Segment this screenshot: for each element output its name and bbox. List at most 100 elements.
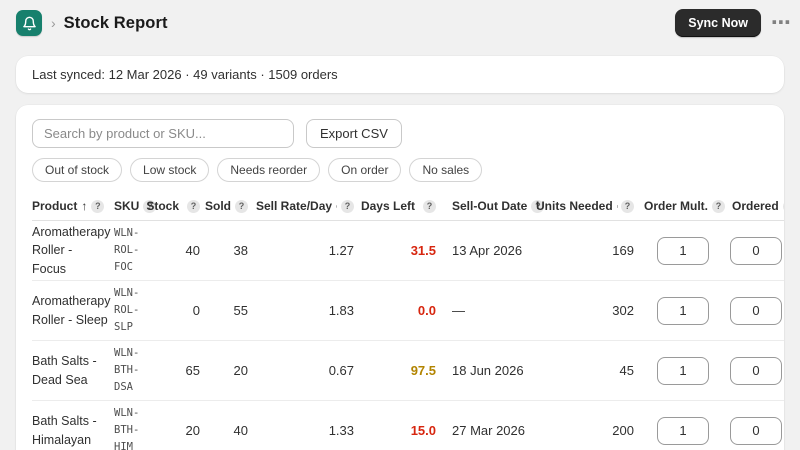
overflow-menu-icon[interactable]: ⋯: [771, 13, 792, 33]
ordered-input[interactable]: [730, 236, 782, 265]
days-left-value: 0.0: [362, 303, 444, 318]
column-header[interactable]: Sell Rate/Day ?: [256, 195, 362, 217]
last-synced-text: Last synced: 12 Mar 2026 · 49 variants ·…: [32, 67, 338, 82]
column-header[interactable]: Stock ?: [146, 195, 208, 217]
export-csv-button[interactable]: Export CSV: [306, 119, 402, 148]
stock-table: Product ↑ ? SKU ? Stock ? Sold ? Sell Ra…: [32, 192, 784, 450]
search-input[interactable]: [32, 119, 294, 148]
table-header-row: Product ↑ ? SKU ? Stock ? Sold ? Sell Ra…: [32, 192, 784, 221]
table-toolbar: Export CSV: [32, 119, 784, 148]
column-header[interactable]: Units Needed ?: [536, 195, 642, 217]
table-row: Bath Salts - Dead Sea WLN-BTH-DSA 65 20 …: [32, 341, 784, 401]
units-needed-value: 45: [619, 363, 634, 378]
ordered-input[interactable]: [730, 416, 782, 445]
order-mult-input[interactable]: [657, 416, 709, 445]
help-icon[interactable]: ?: [782, 199, 784, 213]
days-left-value: 15.0: [362, 423, 444, 438]
ordered-cell: [724, 236, 784, 265]
sku-value: WLN-BTH-DSA: [114, 346, 140, 394]
filter-chip[interactable]: Out of stock: [32, 158, 123, 182]
days-left-value: 97.5: [362, 363, 444, 378]
order-mult-cell: [642, 356, 724, 385]
sold-value: 38: [233, 243, 248, 258]
units-needed-value: 302: [612, 303, 634, 318]
ordered-input[interactable]: [730, 296, 782, 325]
help-icon[interactable]: ?: [187, 199, 200, 213]
column-header[interactable]: Sell-Out Date ?: [444, 195, 545, 217]
days-left-number: 15.0: [410, 423, 436, 438]
top-bar: › Stock Report Sync Now ⋯: [0, 0, 800, 46]
column-header[interactable]: Days Left ?: [360, 195, 444, 217]
filter-chip[interactable]: Low stock: [130, 158, 210, 182]
help-icon[interactable]: ?: [235, 199, 248, 213]
sell-out-date: 27 Mar 2026: [452, 423, 525, 438]
filter-chips: Out of stock Low stock Needs reorder On …: [32, 158, 784, 182]
product-name: Aromatherapy Roller - Sleep: [32, 294, 111, 327]
column-header-label: Sell-Out Date: [452, 199, 528, 213]
days-left-number: 97.5: [410, 363, 436, 378]
filter-chip[interactable]: Needs reorder: [217, 158, 321, 182]
ordered-cell: [724, 416, 784, 445]
page-title: Stock Report: [63, 13, 168, 32]
days-left-number: 0.0: [417, 303, 436, 318]
stock-value: 0: [192, 303, 200, 318]
column-header[interactable]: Product ↑ ?: [32, 195, 114, 217]
column-header-label: Sold: [205, 199, 231, 213]
product-name: Bath Salts - Himalayan: [32, 414, 97, 447]
sku-value: WLN-ROL-FOC: [114, 226, 140, 274]
column-header-label: Stock: [146, 199, 179, 213]
table-body: Aromatherapy Roller - Focus WLN-ROL-FOC …: [32, 221, 784, 450]
sort-ascending-icon: ↑: [81, 199, 88, 213]
sync-now-button[interactable]: Sync Now: [675, 9, 761, 37]
app-logo[interactable]: [16, 10, 42, 36]
table-row: Aromatherapy Roller - Sleep WLN-ROL-SLP …: [32, 281, 784, 341]
sell-rate-value: 0.67: [328, 363, 354, 378]
sell-out-date: 13 Apr 2026: [452, 243, 523, 258]
help-icon[interactable]: ?: [621, 199, 634, 213]
filter-chip[interactable]: On order: [328, 158, 402, 182]
breadcrumb-chevron-icon: ›: [51, 15, 56, 31]
sold-value: 20: [233, 363, 248, 378]
order-mult-input[interactable]: [657, 236, 709, 265]
sold-value: 40: [233, 423, 248, 438]
order-mult-cell: [642, 236, 724, 265]
help-icon[interactable]: ?: [91, 199, 105, 213]
column-header[interactable]: Order Mult. ?: [642, 195, 726, 217]
ordered-cell: [724, 296, 784, 325]
column-header-label: Order Mult.: [644, 199, 709, 213]
days-left-value: 31.5: [362, 243, 444, 258]
help-icon[interactable]: ?: [423, 199, 436, 213]
stock-value: 40: [185, 243, 200, 258]
table-row: Bath Salts - Himalayan WLN-BTH-HIM 20 40…: [32, 401, 784, 450]
column-header-label: Sell Rate/Day: [256, 199, 333, 213]
ordered-input[interactable]: [730, 356, 782, 385]
days-left-number: 31.5: [410, 243, 436, 258]
sku-value: WLN-BTH-HIM: [114, 406, 140, 450]
units-needed-value: 200: [612, 423, 634, 438]
sold-value: 55: [233, 303, 248, 318]
column-header-label: Ordered: [732, 199, 779, 213]
sell-rate-value: 1.33: [328, 423, 354, 438]
order-mult-input[interactable]: [657, 296, 709, 325]
sell-out-date: —: [452, 303, 465, 318]
sell-rate-value: 1.83: [328, 303, 354, 318]
column-header-label: Units Needed: [536, 199, 613, 213]
column-header[interactable]: Sold ?: [205, 195, 256, 217]
stock-value: 20: [185, 423, 200, 438]
filter-chip[interactable]: No sales: [409, 158, 483, 182]
column-header-label: Product: [32, 199, 78, 213]
product-name: Bath Salts - Dead Sea: [32, 354, 97, 387]
column-header-label: Days Left: [360, 199, 415, 213]
sell-rate-value: 1.27: [328, 243, 354, 258]
sku-value: WLN-ROL-SLP: [114, 286, 140, 334]
help-icon[interactable]: ?: [341, 199, 354, 213]
column-header-label: SKU: [114, 199, 140, 213]
ordered-cell: [724, 356, 784, 385]
bell-icon: [22, 16, 37, 31]
order-mult-input[interactable]: [657, 356, 709, 385]
order-mult-cell: [642, 296, 724, 325]
stock-value: 65: [185, 363, 200, 378]
product-name: Aromatherapy Roller - Focus: [32, 225, 111, 276]
column-header[interactable]: Ordered ?: [724, 195, 784, 217]
last-synced-bar: Last synced: 12 Mar 2026 · 49 variants ·…: [16, 56, 784, 93]
